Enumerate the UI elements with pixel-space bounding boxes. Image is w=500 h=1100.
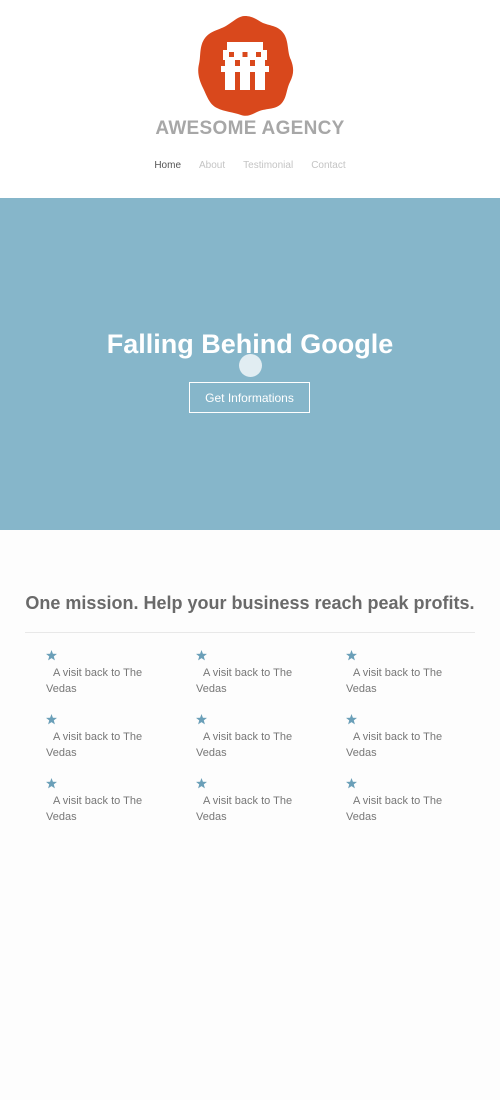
section-divider	[25, 632, 475, 633]
star-icon	[346, 650, 357, 661]
star-icon	[196, 650, 207, 661]
feature-text: A visit back to The Vedas	[196, 795, 293, 823]
feature-item: A visit back to The Vedas	[46, 714, 166, 778]
star-icon	[196, 714, 207, 725]
nav-about[interactable]: About	[199, 160, 225, 171]
feature-item: A visit back to The Vedas	[196, 778, 316, 842]
feature-text: A visit back to The Vedas	[196, 667, 293, 695]
page: AWESOME AGENCY Home About Testimonial Co…	[0, 0, 500, 1100]
star-icon	[46, 650, 57, 661]
feature-item: A visit back to The Vedas	[46, 650, 166, 714]
logo-icon[interactable]	[195, 14, 295, 118]
feature-text: A visit back to The Vedas	[346, 667, 443, 695]
nav-contact[interactable]: Contact	[311, 160, 345, 171]
feature-item: A visit back to The Vedas	[196, 650, 316, 714]
star-icon	[46, 714, 57, 725]
feature-item: A visit back to The Vedas	[346, 778, 466, 842]
main-nav: Home About Testimonial Contact	[0, 160, 500, 171]
feature-item: A visit back to The Vedas	[346, 714, 466, 778]
star-icon	[346, 714, 357, 725]
brand-name: AWESOME AGENCY	[155, 118, 345, 139]
feature-text: A visit back to The Vedas	[346, 795, 443, 823]
get-informations-button[interactable]: Get Informations	[189, 382, 310, 413]
loading-dot-icon	[239, 354, 262, 377]
star-icon	[346, 778, 357, 789]
feature-text: A visit back to The Vedas	[46, 667, 143, 695]
feature-grid: A visit back to The Vedas A visit back to…	[46, 650, 476, 842]
nav-testimonial[interactable]: Testimonial	[243, 160, 293, 171]
feature-text: A visit back to The Vedas	[346, 731, 443, 759]
feature-text: A visit back to The Vedas	[46, 731, 143, 759]
feature-item: A visit back to The Vedas	[196, 714, 316, 778]
feature-text: A visit back to The Vedas	[46, 795, 143, 823]
feature-text: A visit back to The Vedas	[196, 731, 293, 759]
site-header: AWESOME AGENCY Home About Testimonial Co…	[0, 0, 500, 198]
hero-banner: Falling Behind Google Get Informations	[0, 198, 500, 530]
star-icon	[196, 778, 207, 789]
star-icon	[46, 778, 57, 789]
feature-item: A visit back to The Vedas	[46, 778, 166, 842]
nav-home[interactable]: Home	[154, 160, 181, 171]
feature-item: A visit back to The Vedas	[346, 650, 466, 714]
mission-title: One mission. Help your business reach pe…	[25, 593, 475, 613]
